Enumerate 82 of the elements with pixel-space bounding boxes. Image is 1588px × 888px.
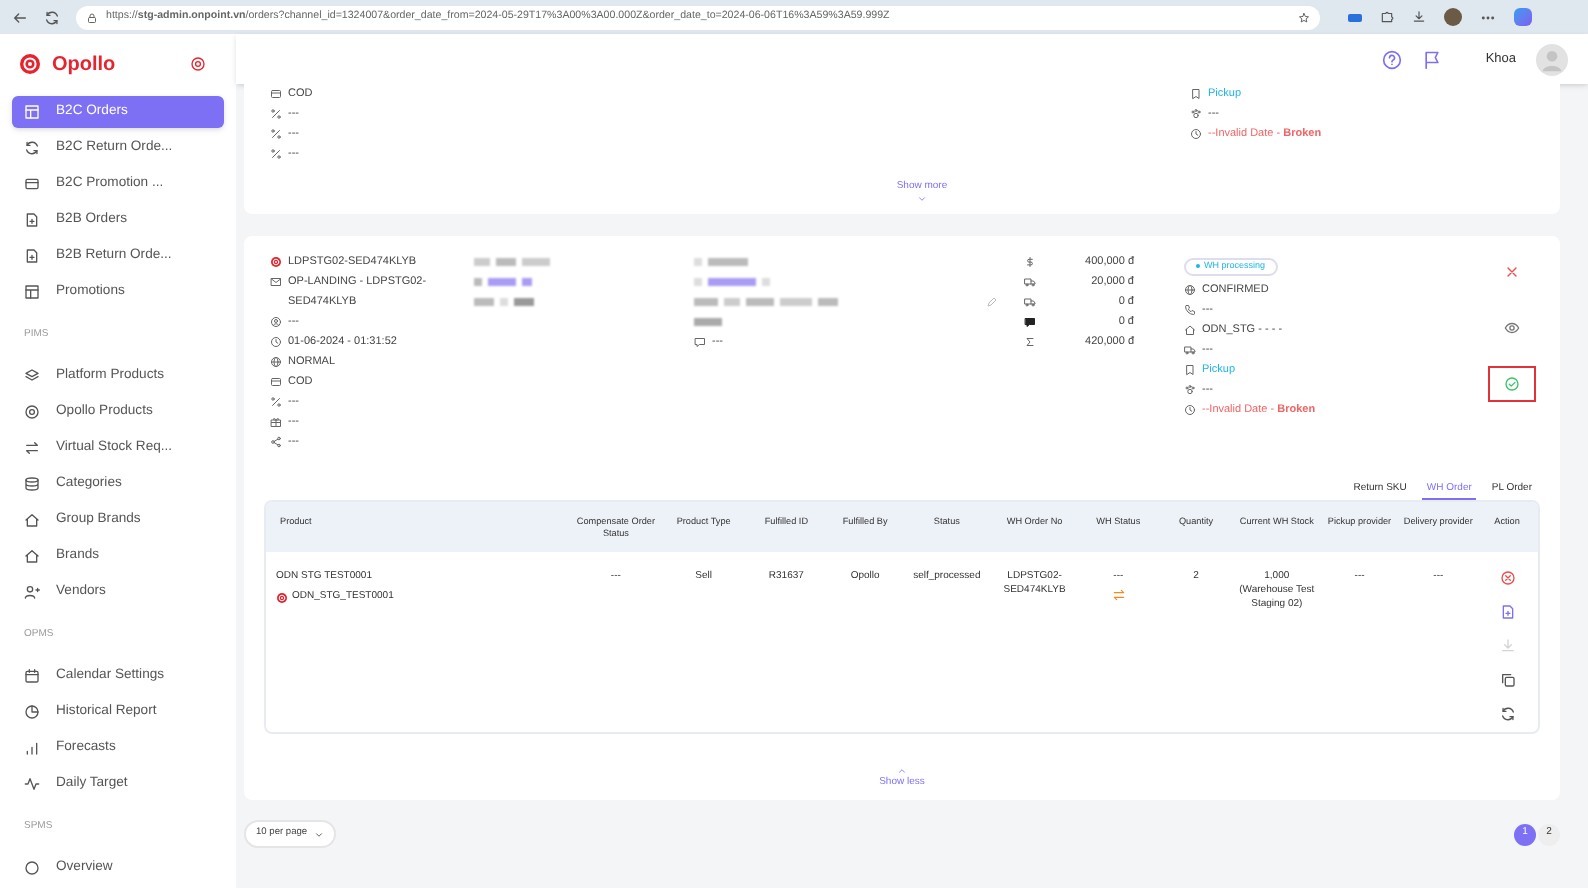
percent-icon [270,108,282,120]
arrow-left-icon[interactable] [12,9,28,25]
blurred-text [474,258,550,266]
x-circle-icon [1499,570,1516,586]
document-icon [24,248,40,264]
target-outline-icon [24,404,40,420]
dollar-icon [1024,256,1036,268]
chat-bubble-icon [1024,316,1036,328]
database-icon [24,476,40,492]
chat-bubble-icon [694,336,706,348]
lock-icon [86,11,98,23]
flag-icon[interactable] [1421,49,1442,69]
layout-icon [24,284,40,300]
blurred-text [474,298,534,306]
home-icon [1184,324,1196,336]
document-icon [24,212,40,228]
profile-photo-placeholder[interactable] [1444,8,1462,26]
phone-icon [1184,304,1196,316]
blurred-text [694,318,722,326]
clock-icon [1190,128,1202,140]
puzzle-icon[interactable] [1380,10,1394,24]
chevron-up-icon [895,765,908,775]
help-icon[interactable] [1381,49,1402,69]
copy-icon [1499,672,1516,688]
check-circle-icon [1504,376,1520,392]
refresh-button[interactable] [1499,706,1516,722]
logo-text: Opollo [52,51,116,79]
swap-arrows-icon [24,440,40,456]
clock-icon [1184,404,1196,416]
share-icon [270,436,282,448]
blurred-text [694,298,838,306]
confirm-button[interactable] [1488,366,1536,402]
credit-card-icon [270,88,282,100]
sigma-icon [1024,336,1036,348]
chevron-down-icon [313,829,324,839]
layers-icon [24,368,40,384]
globe-icon [1184,284,1196,296]
copy-button[interactable] [1499,672,1516,688]
target-icon [18,52,42,76]
gift-icon [270,416,282,428]
bookmark-icon [1184,364,1196,376]
eye-icon [1504,320,1520,336]
percent-icon [270,128,282,140]
target-icon [276,591,288,603]
credit-card-icon [24,176,40,192]
refresh-icon[interactable] [44,9,60,25]
cancel-button[interactable] [1499,570,1516,586]
blurred-text [474,278,532,286]
target-icon [270,256,282,268]
clock-icon [270,336,282,348]
credit-card-icon [270,376,282,388]
home-icon [24,512,40,528]
target-outline-icon[interactable] [190,56,206,72]
close-icon [1504,264,1520,280]
truck-icon [1024,276,1036,288]
globe-icon [270,356,282,368]
download-icon[interactable] [1412,10,1426,24]
refresh-icon [1499,706,1516,722]
document-icon [1499,604,1516,620]
percent-icon [270,148,282,160]
home-icon [24,548,40,564]
user-circle-icon [270,316,282,328]
envelope-icon [270,276,282,288]
pie-chart-icon [24,704,40,720]
users-icon [24,584,40,600]
download-icon [1499,638,1516,654]
document-button[interactable] [1499,604,1516,620]
star-icon[interactable] [1298,11,1310,23]
bar-chart-icon [24,740,40,756]
calendar-icon [24,668,40,684]
percent-icon [270,396,282,408]
refresh-icon [24,140,40,156]
layout-icon [24,104,40,120]
truck-icon [1024,296,1036,308]
blurred-text [694,258,748,266]
bookmark-icon [1190,88,1202,100]
pulse-icon [24,776,40,792]
blurred-text [694,278,770,286]
chevron-down-icon [915,194,928,204]
circle-icon [24,860,40,876]
truck-icon [1184,344,1196,356]
swap-arrows-icon[interactable] [1111,588,1126,602]
